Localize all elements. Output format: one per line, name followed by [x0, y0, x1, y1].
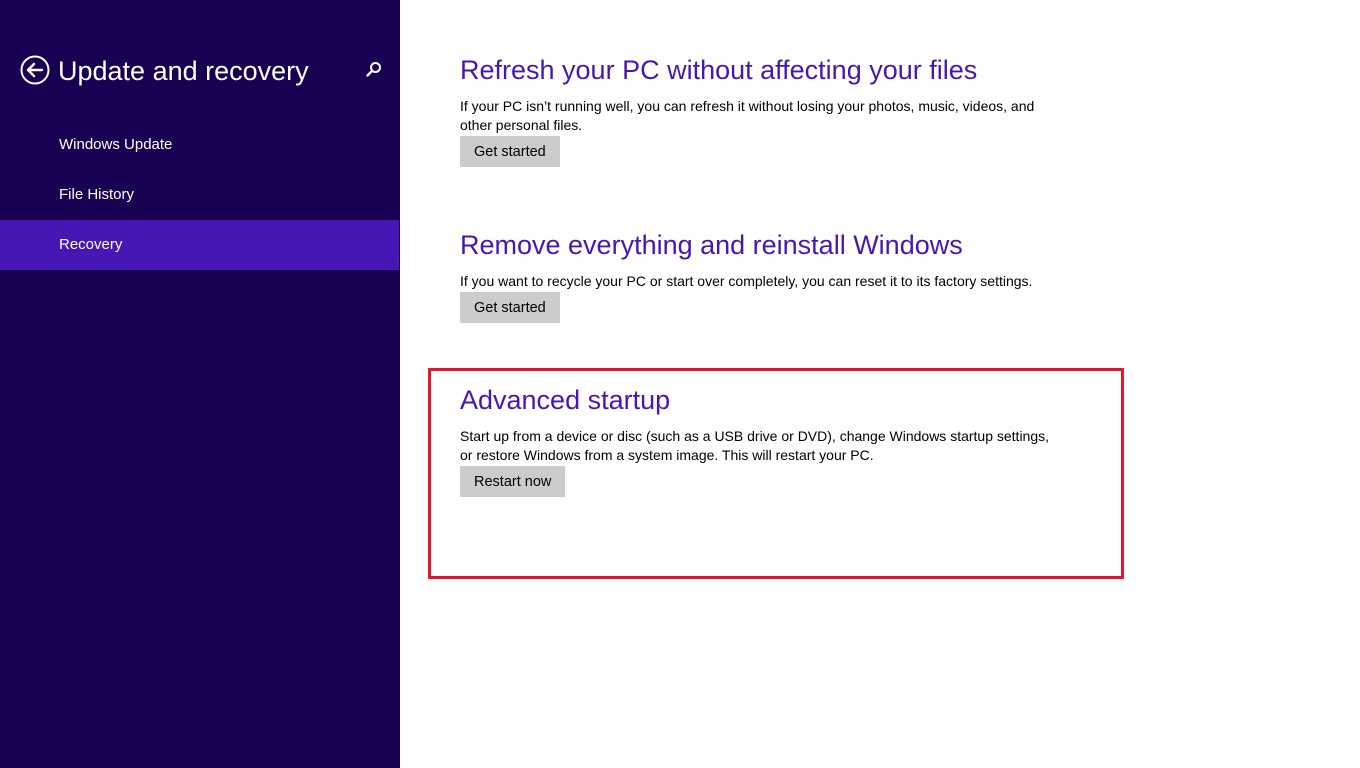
main-content: Refresh your PC without affecting your f… [400, 0, 1360, 768]
reset-section: Remove everything and reinstall Windows … [460, 228, 1080, 323]
sidebar: Update and recovery Windows Update File … [0, 0, 400, 768]
restart-now-button[interactable]: Restart now [460, 466, 566, 497]
reset-get-started-button[interactable]: Get started [460, 292, 560, 323]
sidebar-header: Update and recovery [20, 54, 384, 90]
page-title: Update and recovery [58, 56, 309, 86]
pc-settings-window: Update and recovery Windows Update File … [0, 0, 1360, 768]
section-description: If you want to recycle your PC or start … [460, 273, 1033, 289]
advanced-startup-section: Advanced startup Start up from a device … [460, 383, 1080, 497]
back-arrow-icon[interactable] [20, 55, 50, 85]
refresh-get-started-button[interactable]: Get started [460, 136, 560, 167]
section-title: Refresh your PC without affecting your f… [460, 55, 978, 85]
search-icon[interactable] [364, 60, 384, 80]
section-title: Remove everything and reinstall Windows [460, 230, 963, 260]
section-description: If your PC isn’t running well, you can r… [460, 98, 1035, 133]
sidebar-item-label: File History [59, 186, 135, 203]
sidebar-item-file-history[interactable]: File History [0, 170, 399, 220]
sidebar-item-recovery[interactable]: Recovery [0, 220, 399, 270]
section-description: Start up from a device or disc (such as … [460, 428, 1050, 463]
sidebar-nav: Windows Update File History Recovery [0, 120, 400, 270]
sidebar-item-windows-update[interactable]: Windows Update [0, 120, 399, 170]
sidebar-item-label: Recovery [59, 236, 123, 253]
sidebar-item-label: Windows Update [59, 136, 173, 153]
refresh-section: Refresh your PC without affecting your f… [460, 53, 1080, 167]
section-title: Advanced startup [460, 385, 671, 415]
